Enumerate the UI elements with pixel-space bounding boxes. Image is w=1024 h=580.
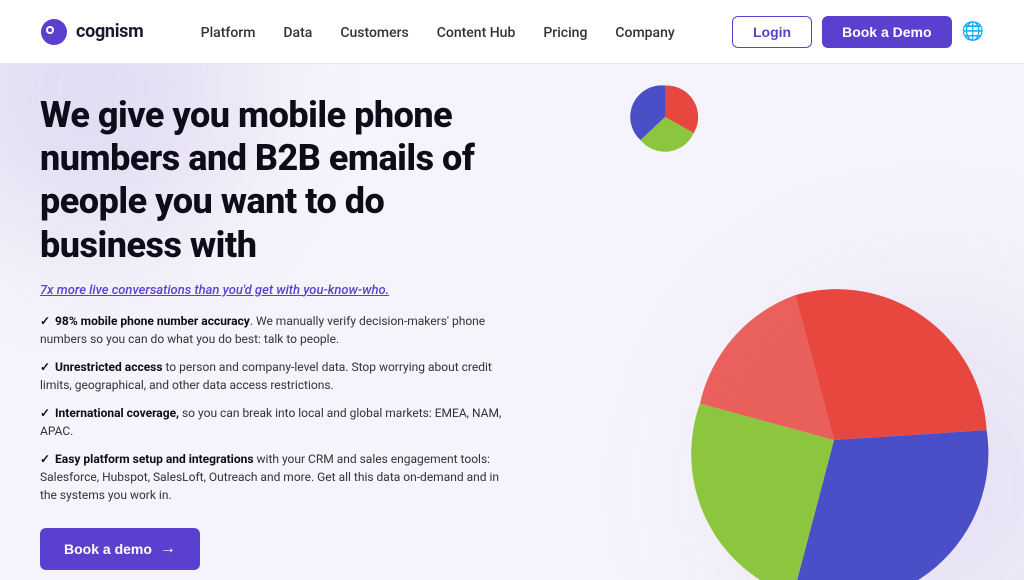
feature-2-bold: Unrestricted access bbox=[55, 360, 162, 374]
nav-item-content-hub[interactable]: Content Hub bbox=[437, 22, 516, 41]
hero-right bbox=[540, 64, 984, 580]
checkmark-3: ✓ bbox=[40, 406, 50, 420]
checkmark-2: ✓ bbox=[40, 360, 50, 374]
hero-tagline: 7x more live conversations than you'd ge… bbox=[40, 283, 510, 298]
nav-item-customers[interactable]: Customers bbox=[340, 22, 408, 41]
checkmark-1: ✓ bbox=[40, 314, 50, 328]
main-content: We give you mobile phone numbers and B2B… bbox=[0, 64, 1024, 580]
book-demo-label: Book a demo bbox=[64, 541, 152, 557]
tagline-italic: you-know-who. bbox=[303, 283, 389, 298]
features-list: ✓ 98% mobile phone number accuracy. We m… bbox=[40, 312, 510, 504]
feature-item-2: ✓ Unrestricted access to person and comp… bbox=[40, 358, 510, 394]
feature-item-4: ✓ Easy platform setup and integrations w… bbox=[40, 450, 510, 504]
feature-3-bold: International coverage, bbox=[55, 406, 179, 420]
feature-item-1: ✓ 98% mobile phone number accuracy. We m… bbox=[40, 312, 510, 348]
pie-chart-small bbox=[630, 82, 700, 152]
feature-1-bold: 98% mobile phone number accuracy bbox=[55, 314, 250, 328]
nav-links: Platform Data Customers Content Hub Pric… bbox=[201, 22, 675, 41]
nav-item-platform[interactable]: Platform bbox=[201, 22, 256, 41]
nav-item-company[interactable]: Company bbox=[615, 22, 674, 41]
nav-actions: Login Book a Demo 🌐 bbox=[732, 16, 984, 48]
large-chart bbox=[664, 270, 1004, 580]
navbar: cognism Platform Data Customers Content … bbox=[0, 0, 1024, 64]
language-icon[interactable]: 🌐 bbox=[962, 21, 984, 42]
nav-item-data[interactable]: Data bbox=[283, 22, 312, 41]
book-demo-nav-button[interactable]: Book a Demo bbox=[822, 16, 951, 48]
book-demo-main-button[interactable]: Book a demo → bbox=[40, 528, 200, 570]
tagline-prefix: 7x more live conversations than you'd ge… bbox=[40, 283, 303, 298]
hero-headline: We give you mobile phone numbers and B2B… bbox=[40, 94, 510, 267]
nav-item-pricing[interactable]: Pricing bbox=[543, 22, 587, 41]
arrow-icon: → bbox=[160, 540, 176, 558]
checkmark-4: ✓ bbox=[40, 452, 50, 466]
page-wrapper: cognism Platform Data Customers Content … bbox=[0, 0, 1024, 580]
logo-text: cognism bbox=[76, 21, 143, 42]
feature-4-bold: Easy platform setup and integrations bbox=[55, 452, 253, 466]
feature-item-3: ✓ International coverage, so you can bre… bbox=[40, 404, 510, 440]
logo[interactable]: cognism bbox=[40, 18, 143, 46]
login-button[interactable]: Login bbox=[732, 16, 812, 48]
hero-left: We give you mobile phone numbers and B2B… bbox=[40, 64, 540, 580]
logo-icon bbox=[40, 18, 68, 46]
